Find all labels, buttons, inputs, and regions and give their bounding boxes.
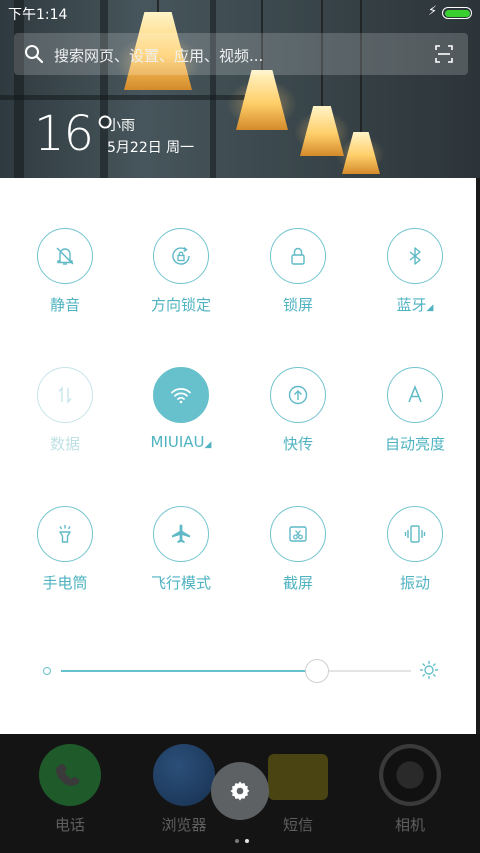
brightness-slider-thumb[interactable] — [304, 659, 329, 683]
page-dot — [235, 839, 239, 843]
battery-level — [444, 9, 470, 17]
dock-app-phone[interactable]: 电话 — [20, 744, 120, 835]
toggle-vibrate-button[interactable] — [387, 506, 443, 562]
toggle-mute-button[interactable] — [37, 228, 93, 284]
toggle-mobile-data-button[interactable] — [37, 367, 93, 423]
charging-icon: ⚡ — [428, 4, 438, 19]
camera-icon — [379, 744, 441, 806]
toggle-vibrate[interactable]: 振动 — [357, 506, 473, 593]
toggle-flashlight-label: 手电筒 — [42, 574, 88, 592]
toggle-mobile-data-label: 数据 — [49, 435, 80, 453]
toggle-lock-screen-button[interactable] — [270, 228, 326, 284]
toggle-auto-brightness[interactable]: 自动亮度 — [357, 367, 473, 454]
dock-app-label: 浏览器 — [161, 816, 207, 834]
dock-app-label: 短信 — [282, 816, 313, 834]
toggle-lock-screen-label: 锁屏 — [282, 296, 313, 314]
toggle-bluetooth[interactable]: 蓝牙◢ — [357, 228, 473, 315]
toggle-wifi-button[interactable] — [153, 367, 209, 423]
toggle-screenshot-label: 截屏 — [282, 574, 313, 592]
toggle-wifi-text: MIUIAU — [150, 433, 205, 451]
search-bar[interactable]: 搜索网页、设置、应用、视频... — [14, 33, 468, 75]
background-window-frame — [0, 95, 260, 100]
toggle-rotation-lock-label: 方向锁定 — [150, 296, 211, 314]
toggle-rotation-lock[interactable]: 方向锁定 — [123, 228, 239, 315]
status-time: 下午1:14 — [8, 7, 68, 23]
search-icon — [25, 45, 44, 64]
mobile-data-icon — [58, 386, 72, 404]
toggle-flashlight[interactable]: 手电筒 — [7, 506, 123, 593]
gear-icon — [230, 781, 250, 801]
brightness-high-icon — [419, 660, 439, 680]
quick-transfer-icon — [288, 385, 308, 405]
toggle-rotation-lock-button[interactable] — [153, 228, 209, 284]
toggle-bluetooth-text: 蓝牙 — [396, 296, 427, 314]
toggle-mute[interactable]: 静音 — [7, 228, 123, 315]
toggle-vibrate-label: 振动 — [399, 574, 430, 592]
quick-settings-panel: 静音 方向锁定 锁屏 蓝牙◢ 数据 MIUIAU◢ 快传 自动亮度 手电筒 飞行… — [0, 178, 476, 734]
phone-handset-glyph — [56, 764, 80, 786]
toggle-bluetooth-label: 蓝牙◢ — [357, 294, 473, 315]
toggle-quick-transfer-button[interactable] — [270, 367, 326, 423]
phone-icon — [39, 744, 101, 806]
toggle-screenshot[interactable]: 截屏 — [240, 506, 356, 593]
toggle-mobile-data[interactable]: 数据 — [7, 367, 123, 454]
rotation-lock-icon — [172, 246, 190, 265]
toggle-airplane-label: 飞行模式 — [150, 574, 211, 592]
toggle-wifi[interactable]: MIUIAU◢ — [123, 367, 239, 451]
toggle-screenshot-button[interactable] — [270, 506, 326, 562]
weather-date[interactable]: 5月22日 周一 — [107, 137, 194, 157]
dock-app-label: 电话 — [54, 816, 85, 834]
brightness-slider-fill — [61, 670, 317, 672]
toggle-lock-screen[interactable]: 锁屏 — [240, 228, 356, 315]
page-dot-active — [245, 839, 249, 843]
toggle-auto-brightness-label: 自动亮度 — [384, 435, 445, 453]
weather-condition[interactable]: 小雨 — [107, 115, 135, 135]
dock-app-camera[interactable]: 相机 — [360, 744, 460, 835]
flashlight-icon — [59, 525, 71, 543]
background-window-frame — [14, 0, 24, 178]
auto-brightness-icon — [408, 384, 422, 403]
messages-icon — [268, 754, 328, 800]
wifi-icon — [171, 388, 191, 404]
toggle-mute-label: 静音 — [49, 296, 80, 314]
brightness-low-icon — [43, 667, 51, 675]
pendant-lamp — [342, 132, 380, 174]
toggle-flashlight-button[interactable] — [37, 506, 93, 562]
toggle-quick-transfer[interactable]: 快传 — [240, 367, 356, 454]
pendant-lamp — [300, 106, 344, 156]
settings-button[interactable] — [211, 762, 269, 820]
toggle-wifi-label: MIUIAU◢ — [123, 433, 239, 451]
background-window-frame — [210, 0, 216, 178]
browser-icon — [153, 744, 215, 806]
toggle-airplane[interactable]: 飞行模式 — [123, 506, 239, 593]
toggle-bluetooth-button[interactable] — [387, 228, 443, 284]
bell-off-icon — [56, 247, 74, 265]
battery-icon — [442, 7, 472, 19]
toggle-quick-transfer-label: 快传 — [282, 435, 313, 453]
screenshot-icon — [289, 526, 307, 542]
toggle-airplane-button[interactable] — [153, 506, 209, 562]
bluetooth-icon — [409, 247, 421, 265]
weather-temperature[interactable]: 16° — [34, 106, 117, 162]
pendant-lamp — [236, 70, 288, 130]
brightness-slider[interactable] — [61, 670, 411, 672]
search-input[interactable]: 搜索网页、设置、应用、视频... — [54, 45, 263, 66]
lock-icon — [291, 247, 305, 265]
page-indicator — [232, 828, 252, 847]
status-bar: 下午1:14 ⚡ — [0, 0, 480, 26]
toggle-auto-brightness-button[interactable] — [387, 367, 443, 423]
dock-app-label: 相机 — [394, 816, 425, 834]
vibrate-icon — [404, 525, 426, 543]
notification-header: 下午1:14 ⚡ 搜索网页、设置、应用、视频... 16° 小雨 5月22日 周… — [0, 0, 480, 178]
submenu-arrow-icon: ◢ — [426, 303, 434, 313]
scan-icon[interactable] — [434, 44, 454, 64]
submenu-arrow-icon: ◢ — [204, 440, 212, 450]
airplane-icon — [172, 524, 190, 543]
